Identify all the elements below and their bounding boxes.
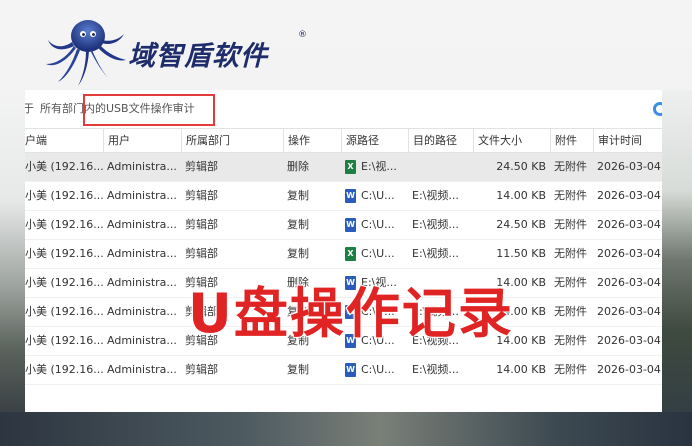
column-header-destination-path[interactable]: 目的路径 xyxy=(408,129,473,152)
client-cell: 小美 (192.16... xyxy=(25,247,103,260)
table-header: 户端 用户 所属部门 操作 源路径 目的路径 文件大小 附件 审计时间 xyxy=(25,128,662,153)
word-icon: W xyxy=(345,218,356,232)
column-header-audit-time[interactable]: 审计时间 xyxy=(593,129,662,152)
source-path-cell: X C:\U... xyxy=(341,240,408,268)
user-cell: Administra... xyxy=(107,305,177,318)
octopus-icon xyxy=(46,20,126,86)
client-cell: 小美 (192.16... xyxy=(25,218,103,231)
client-cell: 小美 (192.16... xyxy=(25,160,103,173)
department-cell: 剪辑部 xyxy=(185,218,218,231)
client-cell: 小美 (192.16... xyxy=(25,189,103,202)
table-row[interactable]: 小美 (192.16... Administra... 剪辑部 删除 X E:\视... 2… xyxy=(25,153,662,182)
brand-logo: 域智盾软件 ® xyxy=(44,12,324,92)
audit-time-cell: 2026-03-04 xyxy=(597,276,661,289)
attachment-cell: 无附件 xyxy=(554,247,587,260)
column-header-file-size[interactable]: 文件大小 xyxy=(473,129,550,152)
source-path-cell: X E:\视... xyxy=(341,153,408,181)
breadcrumb-all-departments[interactable]: 所有部门 xyxy=(40,102,84,115)
destination-path-cell: E:\视频... xyxy=(412,247,459,260)
overlay-caption: U盘操作记录 xyxy=(187,281,514,346)
operation-cell: 复制 xyxy=(287,363,309,376)
user-cell: Administra... xyxy=(107,189,177,202)
audit-window: 于所有部门内的USB文件操作审计 户端 用户 所属部门 操作 源路径 目的路径 … xyxy=(25,90,662,412)
registered-mark: ® xyxy=(298,30,307,40)
destination-path-cell xyxy=(408,153,473,181)
user-cell: Administra... xyxy=(107,247,177,260)
word-icon: W xyxy=(345,189,356,203)
attachment-cell: 无附件 xyxy=(554,218,587,231)
attachment-cell: 无附件 xyxy=(554,160,587,173)
source-path-cell: W C:\U... xyxy=(341,182,408,210)
destination-path-cell: E:\视频... xyxy=(412,189,459,202)
column-header-source-path[interactable]: 源路径 xyxy=(341,129,408,152)
operation-cell: 复制 xyxy=(287,218,309,231)
attachment-cell: 无附件 xyxy=(554,276,587,289)
audit-time-cell: 2026-03-04 xyxy=(597,305,661,318)
source-path-text: C:\U... xyxy=(361,363,395,376)
background-left-strip xyxy=(0,90,25,446)
department-cell: 剪辑部 xyxy=(185,160,218,173)
department-cell: 剪辑部 xyxy=(185,189,218,202)
source-path-cell: W C:\U... xyxy=(341,356,408,384)
breadcrumb-prefix: 于 xyxy=(25,102,34,115)
destination-path-cell: E:\视频... xyxy=(412,363,459,376)
audit-time-cell: 2026-03-04 xyxy=(597,218,661,231)
source-path-cell: W C:\U... xyxy=(341,211,408,239)
table-row[interactable]: 小美 (192.16... Administra... 剪辑部 复制 W C:\U... E… xyxy=(25,211,662,240)
source-path-text: E:\视... xyxy=(361,160,397,173)
source-path-text: C:\U... xyxy=(361,218,395,231)
destination-path-cell: E:\视频... xyxy=(412,218,459,231)
audit-time-cell: 2026-03-04 xyxy=(597,363,661,376)
operation-cell: 删除 xyxy=(287,160,309,173)
column-header-operation[interactable]: 操作 xyxy=(283,129,341,152)
user-cell: Administra... xyxy=(107,334,177,347)
source-path-text: C:\U... xyxy=(361,247,395,260)
user-cell: Administra... xyxy=(107,218,177,231)
table-row[interactable]: 小美 (192.16... Administra... 剪辑部 复制 X C:\U... E… xyxy=(25,240,662,269)
client-cell: 小美 (192.16... xyxy=(25,305,103,318)
excel-icon: X xyxy=(345,247,356,261)
user-cell: Administra... xyxy=(107,160,177,173)
client-cell: 小美 (192.16... xyxy=(25,363,103,376)
background-right-strip xyxy=(662,90,692,446)
table-row[interactable]: 小美 (192.16... Administra... 剪辑部 复制 W C:\U... E… xyxy=(25,356,662,385)
file-size-cell: 24.50 KB xyxy=(496,218,546,231)
file-size-cell: 24.50 KB xyxy=(496,160,546,173)
attachment-cell: 无附件 xyxy=(554,305,587,318)
client-cell: 小美 (192.16... xyxy=(25,276,103,289)
source-path-text: C:\U... xyxy=(361,189,395,202)
column-header-user[interactable]: 用户 xyxy=(103,129,181,152)
operation-cell: 复制 xyxy=(287,189,309,202)
file-size-cell: 11.50 KB xyxy=(496,247,546,260)
audit-time-cell: 2026-03-04 xyxy=(597,160,661,173)
highlight-box xyxy=(83,94,215,126)
attachment-cell: 无附件 xyxy=(554,363,587,376)
attachment-cell: 无附件 xyxy=(554,334,587,347)
client-cell: 小美 (192.16... xyxy=(25,334,103,347)
file-size-cell: 14.00 KB xyxy=(496,189,546,202)
column-header-client[interactable]: 户端 xyxy=(25,129,103,152)
operation-cell: 复制 xyxy=(287,247,309,260)
audit-time-cell: 2026-03-04 xyxy=(597,189,661,202)
background-bottom-strip xyxy=(0,412,692,446)
table-row[interactable]: 小美 (192.16... Administra... 剪辑部 复制 W C:\U... E… xyxy=(25,182,662,211)
column-header-department[interactable]: 所属部门 xyxy=(181,129,283,152)
user-cell: Administra... xyxy=(107,363,177,376)
audit-time-cell: 2026-03-04 xyxy=(597,334,661,347)
department-cell: 剪辑部 xyxy=(185,363,218,376)
column-header-attachment[interactable]: 附件 xyxy=(550,129,593,152)
loading-icon xyxy=(653,102,662,116)
user-cell: Administra... xyxy=(107,276,177,289)
attachment-cell: 无附件 xyxy=(554,189,587,202)
department-cell: 剪辑部 xyxy=(185,247,218,260)
brand-name: 域智盾软件 xyxy=(128,41,268,72)
word-icon: W xyxy=(345,363,356,377)
audit-time-cell: 2026-03-04 xyxy=(597,247,661,260)
file-size-cell: 14.00 KB xyxy=(496,363,546,376)
excel-icon: X xyxy=(345,160,356,174)
